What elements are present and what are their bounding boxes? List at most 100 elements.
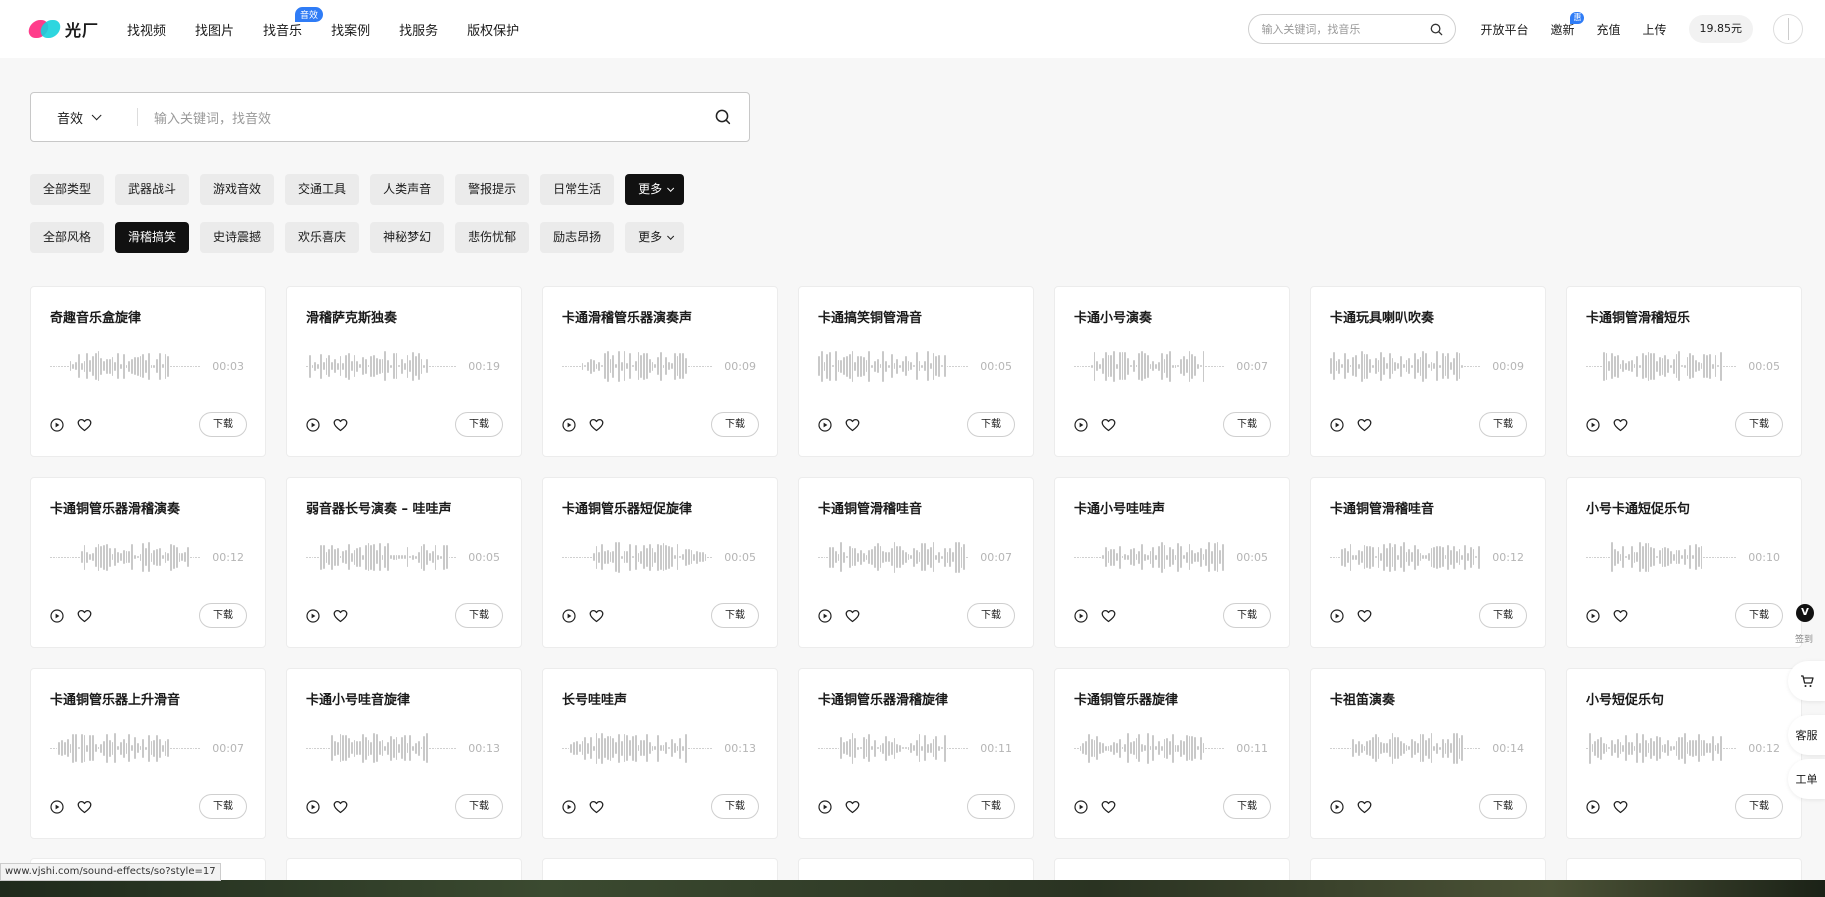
sound-card[interactable]: 小号卡通短促乐句 00:10 下载 xyxy=(1566,477,1802,648)
nav-item-music[interactable]: 找音乐 音效 xyxy=(263,6,324,39)
sound-card[interactable]: 卡通铜管乐器滑稽演奏 00:12 下载 xyxy=(30,477,266,648)
download-button[interactable]: 下载 xyxy=(967,412,1015,437)
heart-icon[interactable] xyxy=(77,609,92,623)
waveform[interactable] xyxy=(1330,540,1481,574)
play-icon[interactable] xyxy=(818,609,832,623)
sound-title[interactable]: 卡通铜管乐器滑稽演奏 xyxy=(50,498,180,517)
waveform[interactable] xyxy=(818,731,969,765)
heart-icon[interactable] xyxy=(589,800,604,814)
sound-title[interactable]: 卡通小号哇音旋律 xyxy=(306,689,410,708)
download-button[interactable]: 下载 xyxy=(199,412,247,437)
sound-card[interactable]: 卡通铜管乐器旋律 00:11 下载 xyxy=(1054,668,1290,839)
sound-title[interactable]: 卡通铜管乐器短促旋律 xyxy=(562,498,692,517)
heart-icon[interactable] xyxy=(845,609,860,623)
heart-icon[interactable] xyxy=(589,418,604,432)
download-button[interactable]: 下载 xyxy=(1223,794,1271,819)
sound-card[interactable]: 长号哇哇声 00:13 下载 xyxy=(542,668,778,839)
type-chip[interactable]: 武器战斗 xyxy=(115,174,190,205)
sound-title[interactable]: 长号哇哇声 xyxy=(562,689,627,708)
sound-title[interactable]: 卡通铜管乐器滑稽旋律 xyxy=(818,689,948,708)
heart-icon[interactable] xyxy=(1613,800,1628,814)
sound-card[interactable]: 卡通玩具喇叭吹奏 00:09 下载 xyxy=(1310,286,1546,457)
waveform[interactable] xyxy=(1586,349,1737,383)
download-button[interactable]: 下载 xyxy=(967,603,1015,628)
sound-card[interactable]: 卡通铜管乐器滑稽旋律 00:11 下载 xyxy=(798,668,1034,839)
heart-icon[interactable] xyxy=(77,418,92,432)
ticket-button[interactable]: 工单 xyxy=(1788,759,1825,799)
sound-card[interactable]: 卡通滑稽管乐器演奏声 00:09 下载 xyxy=(542,286,778,457)
play-icon[interactable] xyxy=(306,800,320,814)
sound-card[interactable]: 卡通铜管滑稽短乐 00:05 下载 xyxy=(1566,286,1802,457)
sound-card[interactable]: 小号短促乐句 00:12 下载 xyxy=(1566,668,1802,839)
header-search-input[interactable]: 输入关键词，找音乐 xyxy=(1248,14,1457,44)
heart-icon[interactable] xyxy=(333,609,348,623)
waveform[interactable] xyxy=(306,540,457,574)
open-platform-link[interactable]: 开放平台 xyxy=(1480,21,1528,38)
waveform[interactable] xyxy=(562,349,713,383)
sound-title[interactable]: 卡通滑稽管乐器演奏声 xyxy=(562,307,692,326)
brand-logo[interactable]: 光厂 xyxy=(26,17,99,41)
play-icon[interactable] xyxy=(1586,418,1600,432)
heart-icon[interactable] xyxy=(589,609,604,623)
waveform[interactable] xyxy=(1330,349,1481,383)
sound-card[interactable]: 卡通铜管乐器上升滑音 00:07 下载 xyxy=(30,668,266,839)
sound-card[interactable]: 弱音器长号演奏 – 哇哇声 00:05 下载 xyxy=(286,477,522,648)
heart-icon[interactable] xyxy=(1357,418,1372,432)
play-icon[interactable] xyxy=(562,609,576,623)
sound-title[interactable]: 卡祖笛演奏 xyxy=(1330,689,1395,708)
heart-icon[interactable] xyxy=(1101,609,1116,623)
waveform[interactable] xyxy=(306,731,457,765)
heart-icon[interactable] xyxy=(77,800,92,814)
play-icon[interactable] xyxy=(1074,418,1088,432)
waveform[interactable] xyxy=(562,540,713,574)
style-chip-active[interactable]: 滑稽搞笑 xyxy=(115,222,190,253)
nav-item-services[interactable]: 找服务 xyxy=(399,20,438,39)
waveform[interactable] xyxy=(1586,540,1737,574)
download-button[interactable]: 下载 xyxy=(1223,412,1271,437)
style-chip[interactable]: 神秘梦幻 xyxy=(370,222,445,253)
heart-icon[interactable] xyxy=(1101,418,1116,432)
sound-title[interactable]: 卡通玩具喇叭吹奏 xyxy=(1330,307,1434,326)
sound-title[interactable]: 卡通铜管滑稽短乐 xyxy=(1586,307,1690,326)
download-button[interactable]: 下载 xyxy=(1479,794,1527,819)
sound-card[interactable]: 卡通小号哇音旋律 00:13 下载 xyxy=(286,668,522,839)
recharge-link[interactable]: 充值 xyxy=(1596,21,1620,38)
waveform[interactable] xyxy=(50,731,201,765)
type-chip[interactable]: 游戏音效 xyxy=(200,174,275,205)
style-chip[interactable]: 全部风格 xyxy=(30,222,105,253)
waveform[interactable] xyxy=(1074,540,1225,574)
sound-title[interactable]: 滑稽萨克斯独奏 xyxy=(306,307,397,326)
nav-item-image[interactable]: 找图片 xyxy=(195,20,234,39)
heart-icon[interactable] xyxy=(333,800,348,814)
sound-card[interactable]: 卡祖笛演奏 00:14 下载 xyxy=(1310,668,1546,839)
cart-button[interactable] xyxy=(1788,661,1825,701)
heart-icon[interactable] xyxy=(1613,418,1628,432)
play-icon[interactable] xyxy=(50,609,64,623)
play-icon[interactable] xyxy=(562,418,576,432)
waveform[interactable] xyxy=(1330,731,1481,765)
play-icon[interactable] xyxy=(1586,800,1600,814)
style-chip[interactable]: 悲伤忧郁 xyxy=(455,222,530,253)
play-icon[interactable] xyxy=(818,800,832,814)
sound-title[interactable]: 小号卡通短促乐句 xyxy=(1586,498,1690,517)
sound-title[interactable]: 卡通铜管乐器旋律 xyxy=(1074,689,1178,708)
sound-card[interactable]: 卡通搞笑铜管滑音 00:05 下载 xyxy=(798,286,1034,457)
style-chip[interactable]: 史诗震撼 xyxy=(200,222,275,253)
sound-card[interactable]: 卡通小号哇哇声 00:05 下载 xyxy=(1054,477,1290,648)
waveform[interactable] xyxy=(1586,731,1737,765)
download-button[interactable]: 下载 xyxy=(1479,412,1527,437)
heart-icon[interactable] xyxy=(1357,609,1372,623)
sound-card[interactable]: 卡通铜管乐器短促旋律 00:05 下载 xyxy=(542,477,778,648)
download-button[interactable]: 下载 xyxy=(1735,794,1783,819)
play-icon[interactable] xyxy=(1330,418,1344,432)
heart-icon[interactable] xyxy=(333,418,348,432)
waveform[interactable] xyxy=(50,349,201,383)
sound-card[interactable]: 卡通小号演奏 00:07 下载 xyxy=(1054,286,1290,457)
customer-service-button[interactable]: 客服 xyxy=(1788,715,1825,755)
waveform[interactable] xyxy=(1074,349,1225,383)
sound-title[interactable]: 卡通铜管滑稽哇音 xyxy=(818,498,922,517)
sound-title[interactable]: 卡通搞笑铜管滑音 xyxy=(818,307,922,326)
search-icon[interactable] xyxy=(715,109,731,125)
waveform[interactable] xyxy=(818,540,969,574)
sound-title[interactable]: 卡通小号哇哇声 xyxy=(1074,498,1165,517)
